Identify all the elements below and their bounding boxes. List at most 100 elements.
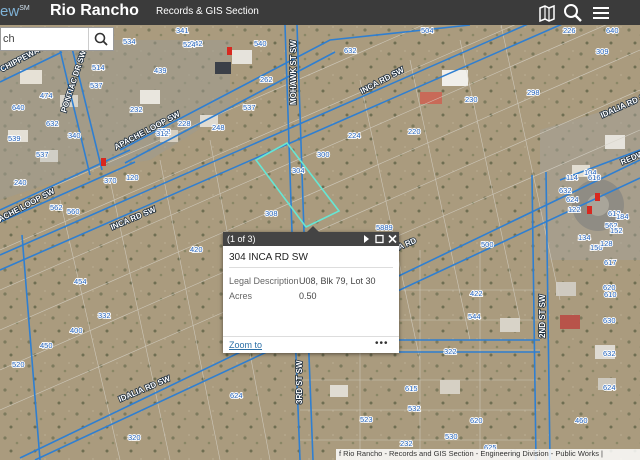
parcel-number-label: 308: [265, 209, 278, 218]
search-input[interactable]: [1, 28, 89, 50]
parcel-number-label: 540: [254, 39, 267, 48]
parcel-number-label: 184: [616, 212, 629, 221]
parcel-number-label: 400: [70, 326, 83, 335]
parcel-number-label: 370: [104, 176, 117, 185]
parcel-number-label: 224: [348, 131, 361, 140]
parcel-number-label: 532: [408, 404, 421, 413]
parcel-number-label: 262: [260, 75, 273, 84]
parcel-number-label: 454: [74, 277, 87, 286]
parcel-number-label: 232: [130, 105, 143, 114]
parcel-number-label: 514: [92, 63, 105, 72]
parcel-number-label: 248: [212, 123, 225, 132]
parcel-number-label: 420: [190, 245, 203, 254]
parcel-number-label: 5889: [376, 223, 393, 232]
parcel-number-label: 232: [400, 439, 413, 448]
parcel-number-label: 520: [12, 360, 25, 369]
parcel-number-label: 474: [40, 91, 53, 100]
parcel-number-label: 624: [603, 383, 616, 392]
parcel-number-label: 524: [183, 40, 196, 49]
parcel-number-label: 460: [575, 416, 588, 425]
parcel-number-label: 616: [588, 173, 601, 182]
parcel-number-label: 617: [604, 258, 617, 267]
parcel-number-label: 128: [600, 239, 613, 248]
parcel-number-label: 320: [128, 433, 141, 442]
parcel-number-label: 122: [568, 205, 581, 214]
parcel-number-label: 312: [156, 129, 169, 138]
map-view[interactable]: CHIPPEWA ST SW PONTIAC DR SW APACHE LOOP…: [0, 0, 640, 460]
parcel-number-label: 134: [578, 233, 591, 242]
parcel-number-label: 500: [481, 240, 494, 249]
field-value: 0.50: [299, 291, 317, 301]
parcel-number-label: 450: [40, 341, 53, 350]
popup-actions: Zoom to •••: [223, 336, 399, 354]
parcel-number-label: 504: [421, 26, 434, 35]
parcel-number-label: 300: [317, 150, 330, 159]
close-icon[interactable]: [386, 232, 399, 246]
parcel-number-label: 240: [14, 178, 27, 187]
street-label: MOHAWK ST SW: [289, 40, 298, 105]
parcel-number-label: 309: [596, 47, 609, 56]
parcel-number-label: 537: [243, 103, 256, 112]
parcel-number-label: 530: [445, 432, 458, 441]
parcel-number-label: 624: [230, 391, 243, 400]
address-search: [0, 27, 114, 51]
parcel-number-label: 322: [444, 347, 457, 356]
parcel-number-label: 422: [470, 289, 483, 298]
search-icon[interactable]: [562, 2, 584, 24]
app-title: Rio Rancho: [50, 2, 139, 19]
parcel-number-label: 632: [559, 186, 572, 195]
parcel-number-label: 523: [360, 415, 373, 424]
search-button[interactable]: [88, 28, 113, 50]
parcel-number-label: 226: [563, 26, 576, 35]
app-header: ewSM Rio Rancho Records & GIS Section: [0, 0, 640, 25]
parcel-number-label: 615: [405, 384, 418, 393]
street-label: 2ND ST SW: [538, 294, 547, 338]
popup-feature-count: (1 of 3): [227, 234, 256, 244]
parcel-number-label: 341: [176, 26, 189, 35]
basemap-gallery-icon[interactable]: [536, 2, 558, 24]
parcel-number-label: 539: [8, 134, 21, 143]
parcel-number-label: 632: [344, 46, 357, 55]
parcel-number-label: 120: [126, 173, 139, 182]
parcel-number-label: 340: [68, 131, 81, 140]
parcel-number-label: 220: [408, 127, 421, 136]
parcel-number-label: 624: [566, 195, 579, 204]
street-label: 3RD ST SW: [295, 360, 304, 404]
parcel-number-label: 620: [470, 416, 483, 425]
parcel-number-label: 534: [123, 37, 136, 46]
parcel-number-label: 632: [46, 119, 59, 128]
app-subtitle: Records & GIS Section: [156, 6, 259, 17]
parcel-number-label: 640: [606, 26, 619, 35]
field-value: U08, Blk 79, Lot 30: [299, 276, 376, 286]
menu-icon[interactable]: [590, 2, 612, 24]
field-label: Legal Description: [229, 276, 299, 286]
parcel-number-label: 304: [292, 166, 305, 175]
maximize-icon[interactable]: [373, 232, 386, 246]
parcel-number-label: 640: [12, 103, 25, 112]
parcel-number-label: 544: [468, 312, 481, 321]
parcel-number-label: 620: [603, 283, 616, 292]
parcel-number-label: 332: [98, 311, 111, 320]
search-icon: [94, 32, 108, 46]
zoom-to-link[interactable]: Zoom to: [229, 340, 262, 350]
parcel-number-label: 230: [465, 95, 478, 104]
divider: [229, 267, 393, 268]
parcel-number-label: 632: [603, 349, 616, 358]
parcel-number-label: 537: [90, 81, 103, 90]
field-label: Acres: [229, 291, 253, 301]
parcel-number-label: 562: [50, 203, 63, 212]
parcel-number-label: 560: [67, 207, 80, 216]
feature-popup: (1 of 3) 304 INCA RD SW Legal Descriptio…: [223, 226, 399, 354]
parcel-number-label: 537: [36, 150, 49, 159]
parcel-number-label: 298: [527, 88, 540, 97]
next-feature-icon[interactable]: [360, 232, 373, 246]
parcel-number-label: 228: [178, 119, 191, 128]
parcel-number-label: 152: [610, 226, 623, 235]
popup-title: 304 INCA RD SW: [229, 252, 308, 263]
parcel-number-label: 114: [566, 173, 578, 182]
more-actions-button[interactable]: •••: [375, 338, 389, 349]
parcel-number-label: 439: [154, 66, 167, 75]
map-attribution: f Rio Rancho - Records and GIS Section -…: [336, 449, 640, 460]
parcel-number-label: 630: [603, 316, 616, 325]
brand-fragment: ewSM: [0, 3, 30, 20]
